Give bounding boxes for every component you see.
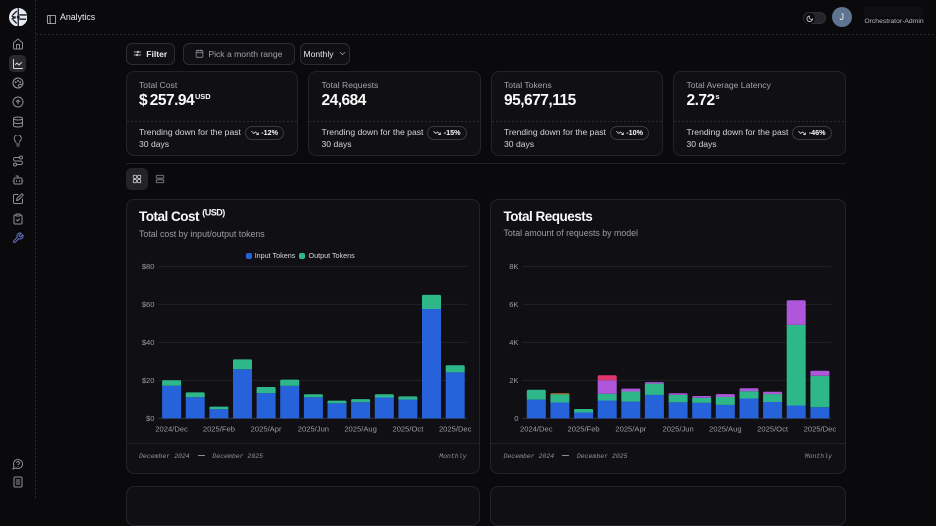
svg-text:$80: $80 xyxy=(141,262,154,271)
svg-text:$0: $0 xyxy=(146,414,154,423)
svg-text:2025/Dec: 2025/Dec xyxy=(438,424,471,433)
svg-text:2025/Feb: 2025/Feb xyxy=(202,424,234,433)
svg-text:2025/Aug: 2025/Aug xyxy=(709,424,742,433)
svg-text:2024/Dec: 2024/Dec xyxy=(155,424,188,433)
svg-text:2025/Jun: 2025/Jun xyxy=(297,424,328,433)
svg-text:0: 0 xyxy=(514,414,518,423)
svg-text:2025/Apr: 2025/Apr xyxy=(615,424,646,433)
svg-text:$40: $40 xyxy=(141,338,154,347)
svg-text:2K: 2K xyxy=(509,376,518,385)
svg-text:6K: 6K xyxy=(509,300,518,309)
svg-text:2025/Feb: 2025/Feb xyxy=(568,424,600,433)
svg-text:2025/Dec: 2025/Dec xyxy=(804,424,837,433)
svg-text:$20: $20 xyxy=(141,376,154,385)
svg-text:2025/Aug: 2025/Aug xyxy=(344,424,377,433)
svg-text:2025/Oct: 2025/Oct xyxy=(757,424,789,433)
svg-text:2025/Apr: 2025/Apr xyxy=(250,424,281,433)
svg-text:8K: 8K xyxy=(509,262,518,271)
svg-text:$60: $60 xyxy=(141,300,154,309)
svg-text:2025/Oct: 2025/Oct xyxy=(392,424,424,433)
svg-text:2024/Dec: 2024/Dec xyxy=(520,424,553,433)
svg-text:4K: 4K xyxy=(509,338,518,347)
svg-text:2025/Jun: 2025/Jun xyxy=(662,424,693,433)
